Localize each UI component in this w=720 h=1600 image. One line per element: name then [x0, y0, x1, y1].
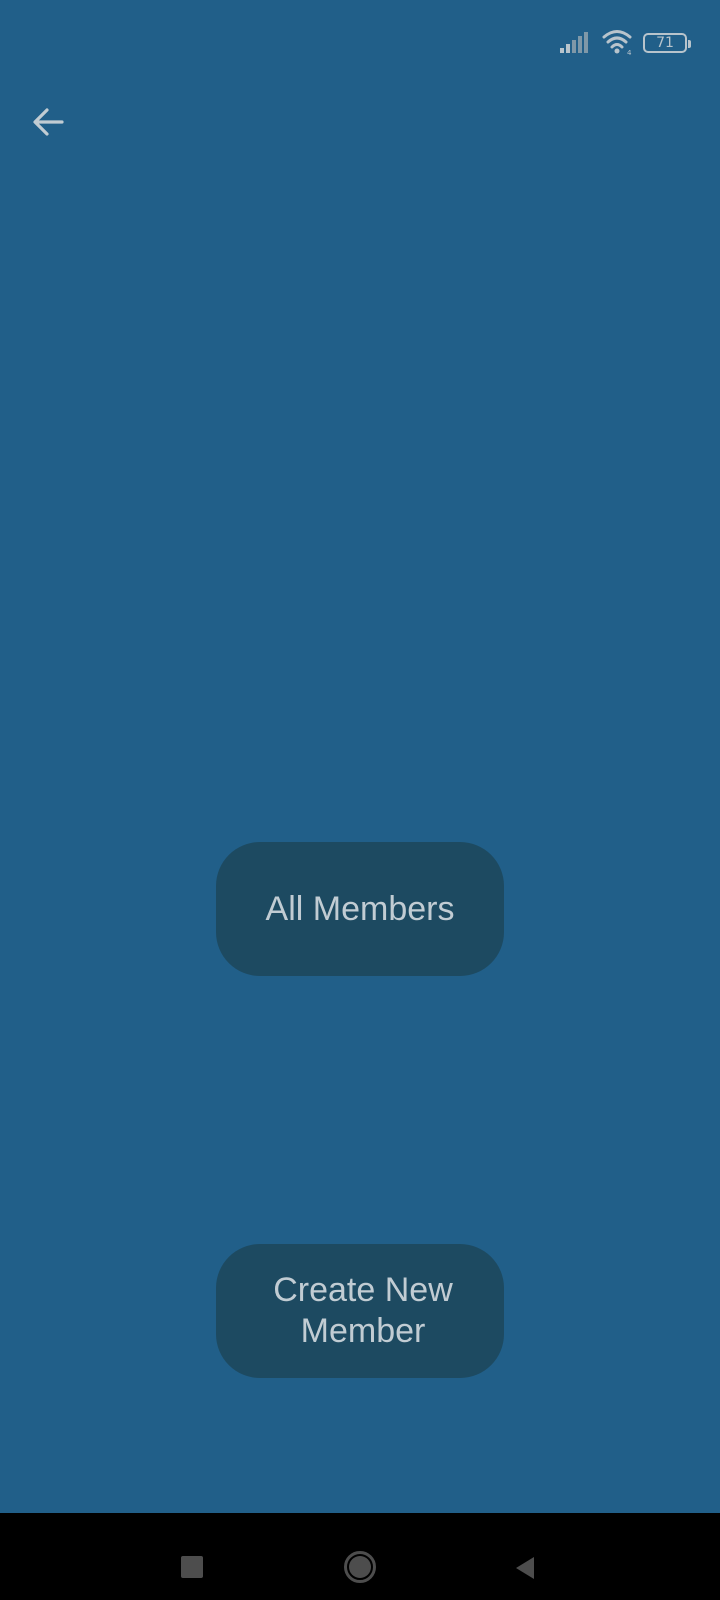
- create-new-member-button[interactable]: Create New Member: [216, 1244, 504, 1378]
- signal-icon: [560, 32, 588, 53]
- navigation-bar: [0, 1513, 720, 1600]
- battery-icon: 71: [643, 33, 691, 53]
- back-button[interactable]: [22, 96, 74, 148]
- create-new-member-label: Create New Member: [273, 1271, 453, 1350]
- status-bar: 4 71: [0, 0, 720, 88]
- all-members-label: All Members: [265, 889, 455, 928]
- battery-level: 71: [656, 35, 674, 51]
- back-triangle-icon[interactable]: [514, 1556, 536, 1580]
- wifi-icon: 4: [602, 30, 632, 56]
- screen: 4 71 All Members Create New Member: [0, 0, 720, 1600]
- home-icon[interactable]: [344, 1551, 376, 1583]
- arrow-left-icon: [33, 108, 64, 136]
- recents-icon[interactable]: [181, 1556, 203, 1578]
- svg-text:4: 4: [627, 49, 632, 56]
- home-icon-inner: [349, 1556, 371, 1578]
- all-members-button[interactable]: All Members: [216, 842, 504, 976]
